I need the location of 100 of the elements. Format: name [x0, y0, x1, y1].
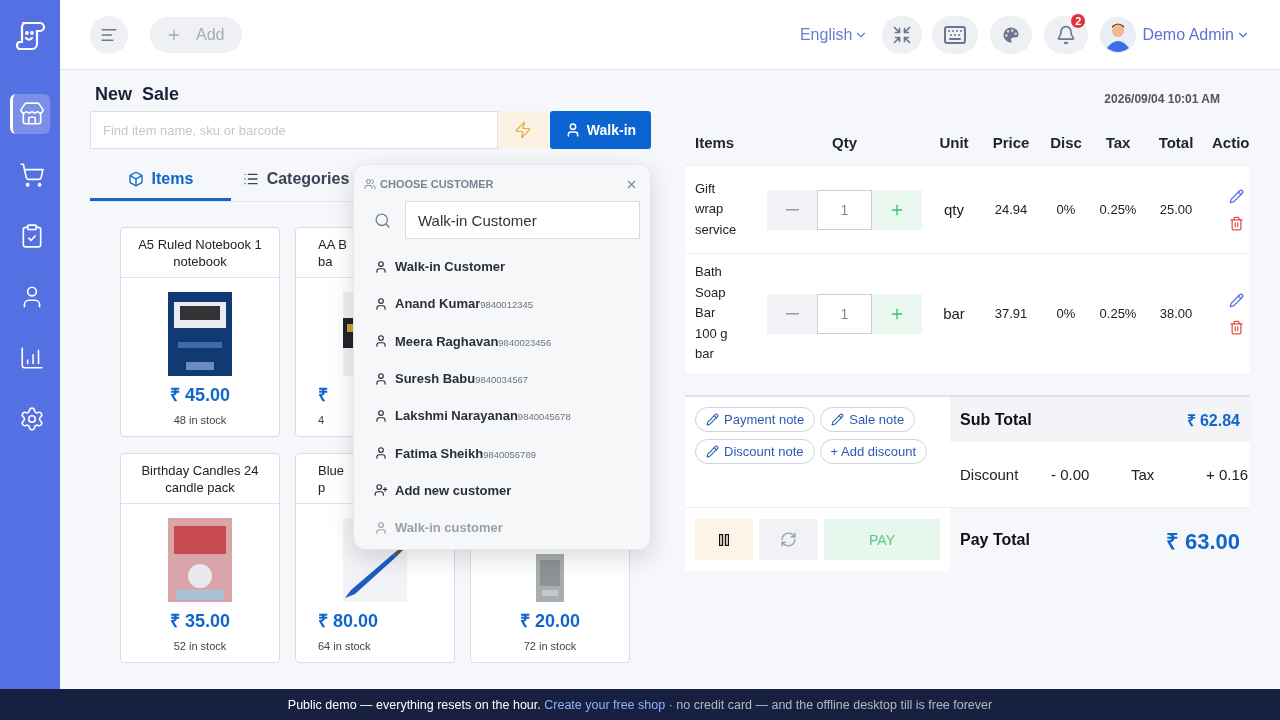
product-price: ₹ 20.00 [519, 610, 580, 632]
item-search-field[interactable]: Find item name, sku or barcode [90, 111, 498, 149]
customer-option[interactable]: Lakshmi Narayanan9840045678 [364, 397, 640, 435]
tax-value: + 0.16 [1206, 466, 1249, 483]
phone-number: 9840023456 [498, 336, 552, 348]
minus-icon [785, 312, 799, 315]
customer-name: Meera Raghavan9840023456 [395, 333, 552, 349]
product-card[interactable]: A5 Ruled Notebook 1 notebook ₹ 45.00 48 in stock [120, 227, 280, 437]
note-button[interactable]: Sale note [820, 407, 916, 432]
pause-icon [719, 533, 729, 546]
user-icon [374, 520, 388, 535]
product-name: Birthday Candles 24 [141, 461, 259, 479]
delete-icon[interactable] [1228, 319, 1244, 335]
unit-cell-text: qty [943, 201, 965, 218]
product-card[interactable]: Birthday Candles 24 candle pack ₹ 35.00 52 in stock [120, 453, 280, 663]
product-name: p [318, 478, 326, 496]
pencil-icon [706, 445, 719, 458]
search-icon [373, 211, 391, 229]
total-cell-text: 38.00 [1158, 306, 1194, 321]
edit-icon[interactable] [1228, 188, 1244, 204]
stock-count: 64 in stock [317, 640, 371, 652]
pay-total-value: ₹ 63.00 [1165, 527, 1240, 555]
product-name: A5 Ruled Notebook 1 [138, 235, 262, 253]
menu-button[interactable] [90, 15, 128, 54]
delete-icon[interactable] [1228, 215, 1244, 231]
customer-option[interactable]: Anand Kumar9840012345 [364, 285, 640, 323]
product-name: notebook [173, 252, 227, 270]
customer-search-field[interactable]: Walk-in Customer [405, 201, 640, 239]
box-icon [127, 171, 144, 187]
product-name: AA B [318, 235, 347, 253]
total-cell-text: 25.00 [1158, 202, 1194, 217]
column-header: Items [695, 133, 736, 151]
tax-label: Tax [1130, 466, 1156, 483]
language-selector[interactable]: English [799, 25, 869, 44]
customer-name: Lakshmi Narayanan9840045678 [395, 408, 571, 424]
column-header: Unit [938, 133, 970, 151]
product-price: ₹ 80.00 [317, 610, 379, 632]
user-icon [374, 334, 388, 349]
users-icon [364, 178, 376, 190]
customer-name: Suresh Babu9840034567 [395, 371, 529, 387]
store-icon [18, 101, 45, 127]
sidebar-item[interactable] [10, 94, 50, 134]
user-icon [374, 446, 388, 461]
item-name: Bath Soap Bar 100 g bar [695, 263, 729, 364]
minus-icon [785, 208, 799, 211]
unit-cell-text: bar [942, 305, 966, 322]
tab[interactable]: Categories [231, 160, 361, 201]
add-discount-button[interactable]: + Add discount [819, 439, 928, 464]
settings-icon [18, 406, 45, 432]
column-header: Qty [831, 133, 858, 151]
customer-name: Walk-in Customer [395, 259, 506, 275]
customer-option[interactable]: Suresh Babu9840034567 [364, 359, 640, 398]
pay-total-label: Pay Total [960, 530, 1030, 549]
customer-option[interactable]: Meera Raghavan9840023456 [364, 322, 640, 360]
stock-count: 4 [317, 414, 325, 426]
product-price: ₹ 35.00 [169, 610, 230, 632]
quantity-field[interactable]: 1 [817, 293, 872, 334]
subtotal-label: Sub Total [960, 410, 1032, 429]
list-icon [242, 171, 259, 187]
column-header: Tax [1104, 133, 1132, 151]
product-name: candle pack [165, 478, 235, 496]
note-button[interactable]: Payment note [695, 407, 816, 432]
tax-cell-text: 0.25% [1098, 306, 1138, 321]
refresh-icon [780, 531, 797, 548]
user-plus-icon [374, 483, 388, 498]
theme-button[interactable] [990, 15, 1033, 54]
discount-cell-text: 0% [1055, 306, 1077, 321]
stock-count: 52 in stock [173, 640, 227, 652]
tab[interactable]: Items [90, 160, 231, 201]
fullscreen-button[interactable] [882, 15, 923, 54]
price-cell-text: 24.94 [993, 202, 1029, 217]
quantity-field[interactable]: 1 [817, 189, 872, 230]
note-button[interactable]: Discount note [695, 439, 815, 464]
cart-icon [18, 162, 45, 188]
customer-option[interactable]: Walk-in Customer [364, 248, 640, 286]
edit-icon[interactable] [1228, 292, 1244, 308]
notifications-button[interactable]: 2 [1044, 15, 1089, 54]
avatar [1100, 16, 1137, 53]
column-header: Total [1157, 133, 1195, 151]
hold-button[interactable] [695, 519, 753, 560]
user-icon [374, 408, 388, 423]
user-menu[interactable]: Demo Admin [1142, 25, 1250, 44]
chart-icon [18, 345, 45, 371]
column-header: Disc [1049, 133, 1083, 151]
popup-title: CHOOSE CUSTOMER [380, 178, 494, 190]
signup-link[interactable]: Create your free shop [544, 697, 666, 712]
tax-cell-text: 0.25% [1098, 202, 1138, 217]
product-name: ba [318, 252, 333, 270]
stock-count: 48 in stock [173, 414, 227, 426]
keyboard-button[interactable] [932, 15, 979, 54]
customer-button[interactable]: Walk-in [550, 111, 651, 149]
discount-label: Discount [960, 466, 1020, 483]
phone-number: 9840045678 [517, 411, 571, 423]
pencil-icon [831, 413, 845, 426]
user-icon [374, 371, 388, 386]
phone-number: 9840012345 [480, 299, 534, 311]
price-cell-text: 37.91 [993, 306, 1029, 321]
notification-badge: 2 [1070, 12, 1087, 29]
user-icon [374, 259, 388, 274]
palette-icon [1001, 24, 1022, 45]
